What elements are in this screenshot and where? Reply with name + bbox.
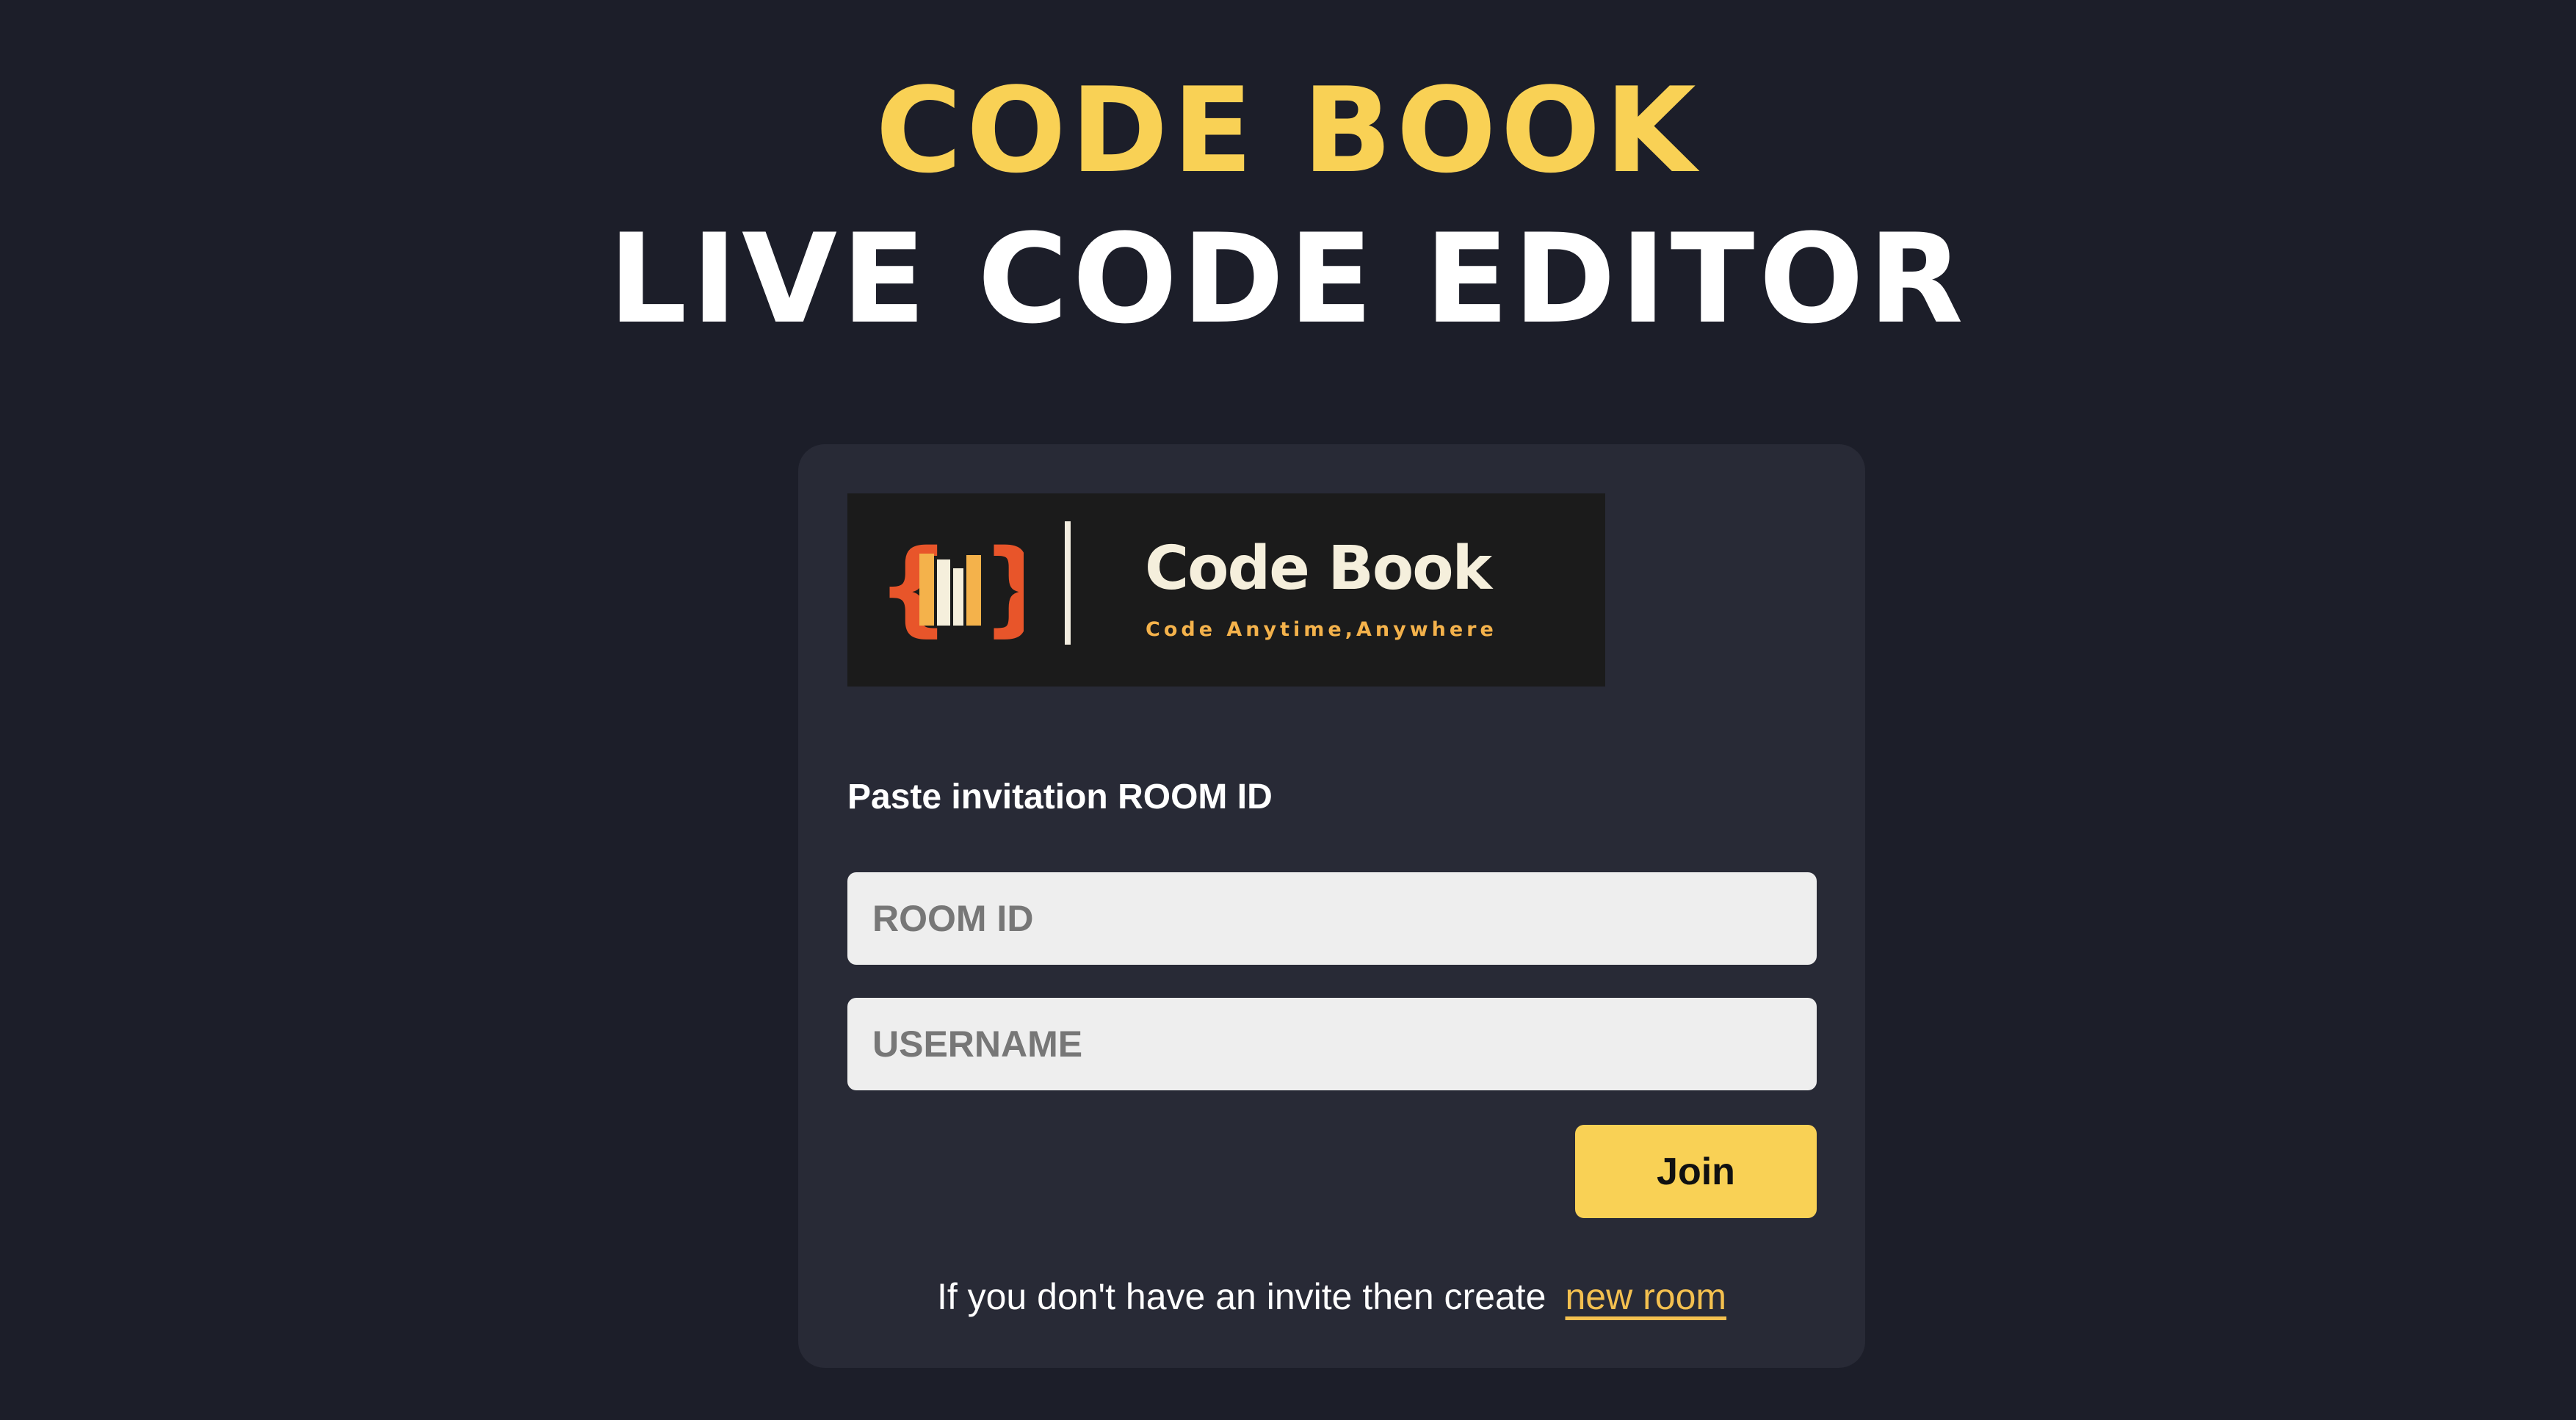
code-book-logo: { } Code Book Code Anytime,Anywhere	[847, 493, 1605, 687]
logo-tagline: Code Anytime,Anywhere	[1146, 618, 1497, 641]
logo-name: Code Book	[1145, 534, 1492, 604]
room-id-label: Paste invitation ROOM ID	[847, 778, 1273, 816]
book-braces-icon: { }	[877, 535, 1024, 645]
join-button[interactable]: Join	[1575, 1125, 1817, 1218]
new-room-link[interactable]: new room	[1566, 1276, 1727, 1317]
svg-text:}: }	[981, 535, 1024, 645]
join-card: { } Code Book Code Anytime,Anywhere Past…	[798, 444, 1865, 1368]
hero-title: CODE BOOK	[875, 62, 1701, 199]
logo-divider	[1065, 521, 1071, 645]
invite-hint: If you don't have an invite then create n…	[798, 1275, 1865, 1319]
username-input[interactable]	[847, 998, 1817, 1090]
room-id-input[interactable]	[847, 872, 1817, 965]
invite-hint-text: If you don't have an invite then create	[936, 1276, 1546, 1317]
hero-subtitle: LIVE CODE EDITOR	[608, 207, 1968, 351]
